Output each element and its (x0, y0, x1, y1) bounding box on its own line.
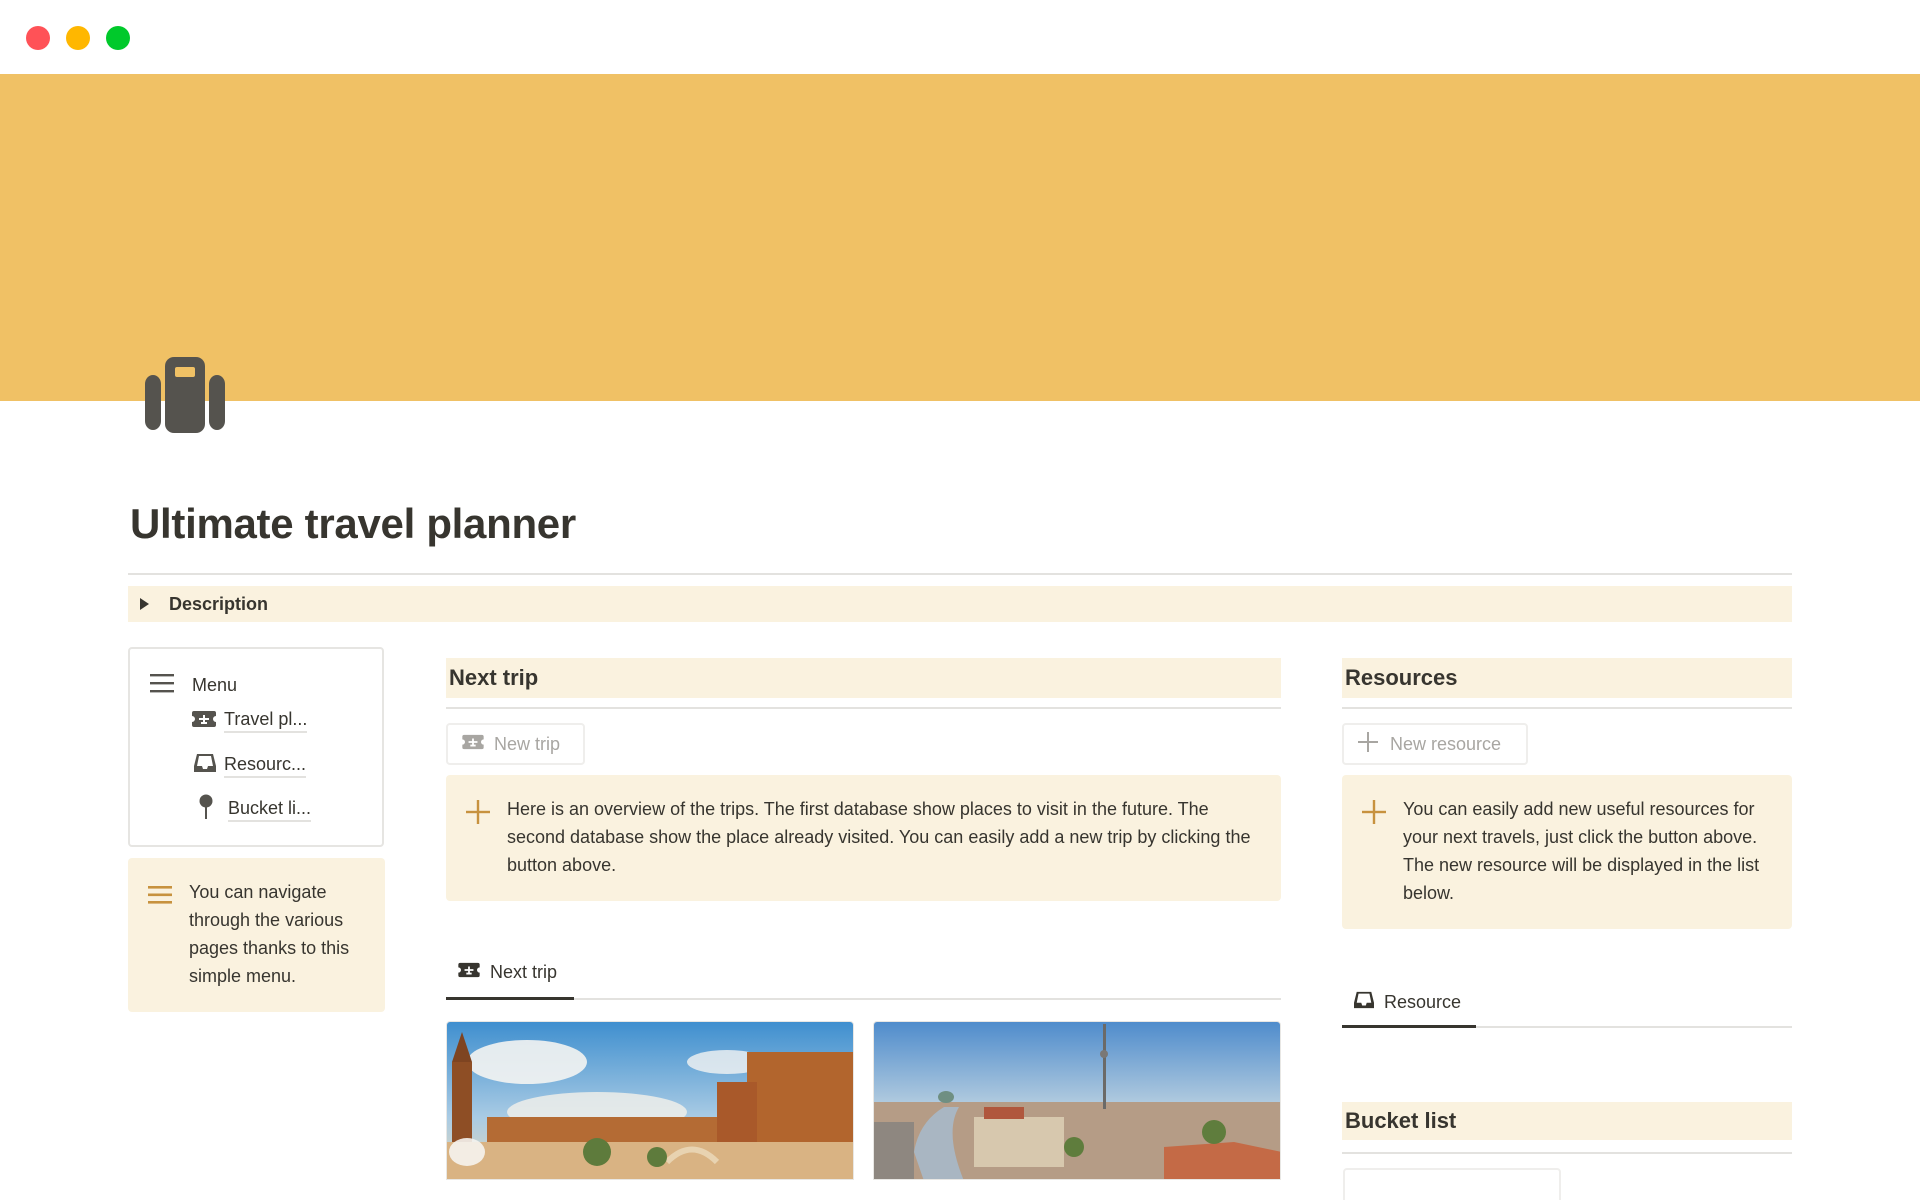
menu-title: Menu (192, 675, 238, 695)
next-trip-heading-label: Next trip (449, 665, 539, 690)
bucket-list-heading[interactable]: Bucket list (1342, 1102, 1792, 1140)
active-tab-indicator (1342, 1025, 1476, 1028)
seville-photo (447, 1022, 853, 1179)
resources-heading-label: Resources (1345, 665, 1458, 690)
bucket-list-heading-label: Bucket list (1345, 1108, 1457, 1133)
new-resource-button-label: New resource (1390, 733, 1502, 754)
toggle-arrow-icon[interactable] (140, 598, 149, 610)
page-title[interactable]: Ultimate travel planner (130, 500, 576, 548)
inbox-tray-icon (1354, 990, 1374, 1015)
menu-item-resources[interactable]: Resourc... (194, 752, 307, 779)
new-resource-button[interactable]: New resource (1342, 723, 1528, 765)
resources-callout-text: You can easily add new useful resources … (1403, 799, 1760, 903)
title-divider (128, 573, 1792, 575)
next-trip-callout-text: Here is an overview of the trips. The fi… (507, 799, 1251, 875)
menu-callout-text: You can navigate through the various pag… (189, 882, 350, 986)
trip-card-image-seville[interactable] (446, 1021, 854, 1180)
tab-label: Resource (1384, 992, 1462, 1012)
menu-header: Menu (150, 673, 237, 698)
ticket-plane-icon (192, 710, 216, 733)
tab-next-trip[interactable]: Next trip (458, 962, 557, 983)
menu-item-travel-planner[interactable]: Travel pl... (192, 709, 308, 733)
plus-icon (1362, 800, 1386, 829)
plus-icon (1358, 731, 1378, 757)
resources-heading[interactable]: Resources (1342, 658, 1792, 698)
menu-item-bucket-list[interactable]: Bucket li... (198, 794, 312, 825)
description-toggle-label: Description (169, 593, 269, 614)
minimize-window-button[interactable] (66, 26, 90, 50)
next-trip-heading[interactable]: Next trip (446, 658, 1281, 698)
ticket-plane-icon (458, 962, 480, 983)
menu-callout: You can navigate through the various pag… (128, 858, 385, 1012)
resources-callout: You can easily add new useful resources … (1342, 775, 1792, 929)
hamburger-icon (150, 673, 174, 698)
page-cover[interactable] (0, 74, 1920, 401)
new-trip-button[interactable]: New trip (446, 723, 585, 765)
resources-divider (1342, 707, 1792, 709)
menu-item-label: Bucket li... (228, 798, 312, 822)
inbox-tray-icon (194, 752, 216, 779)
new-trip-button-label: New trip (494, 733, 561, 754)
ticket-plane-icon (462, 734, 484, 755)
menu-item-label: Travel pl... (224, 709, 308, 733)
description-toggle[interactable]: Description (128, 586, 1792, 622)
menu-item-label: Resourc... (224, 754, 307, 778)
pushpin-icon (198, 794, 214, 825)
berlin-photo (874, 1022, 1280, 1179)
window-titlebar (0, 0, 1920, 74)
trip-card-image-berlin[interactable] (873, 1021, 1281, 1180)
hamburger-icon (148, 885, 172, 910)
close-window-button[interactable] (26, 26, 50, 50)
maximize-window-button[interactable] (106, 26, 130, 50)
bucket-list-divider (1342, 1152, 1792, 1154)
tab-resource[interactable]: Resource (1354, 990, 1461, 1015)
next-trip-callout: Here is an overview of the trips. The fi… (446, 775, 1281, 901)
plus-icon (466, 800, 490, 829)
new-bucket-item-button[interactable] (1343, 1168, 1561, 1200)
tab-label: Next trip (490, 962, 558, 982)
active-tab-indicator (446, 997, 574, 1000)
suitcase-icon[interactable] (145, 357, 225, 433)
menu-card: Menu Travel pl... Resourc... Bucket li..… (128, 647, 384, 847)
next-trip-divider (446, 707, 1281, 709)
